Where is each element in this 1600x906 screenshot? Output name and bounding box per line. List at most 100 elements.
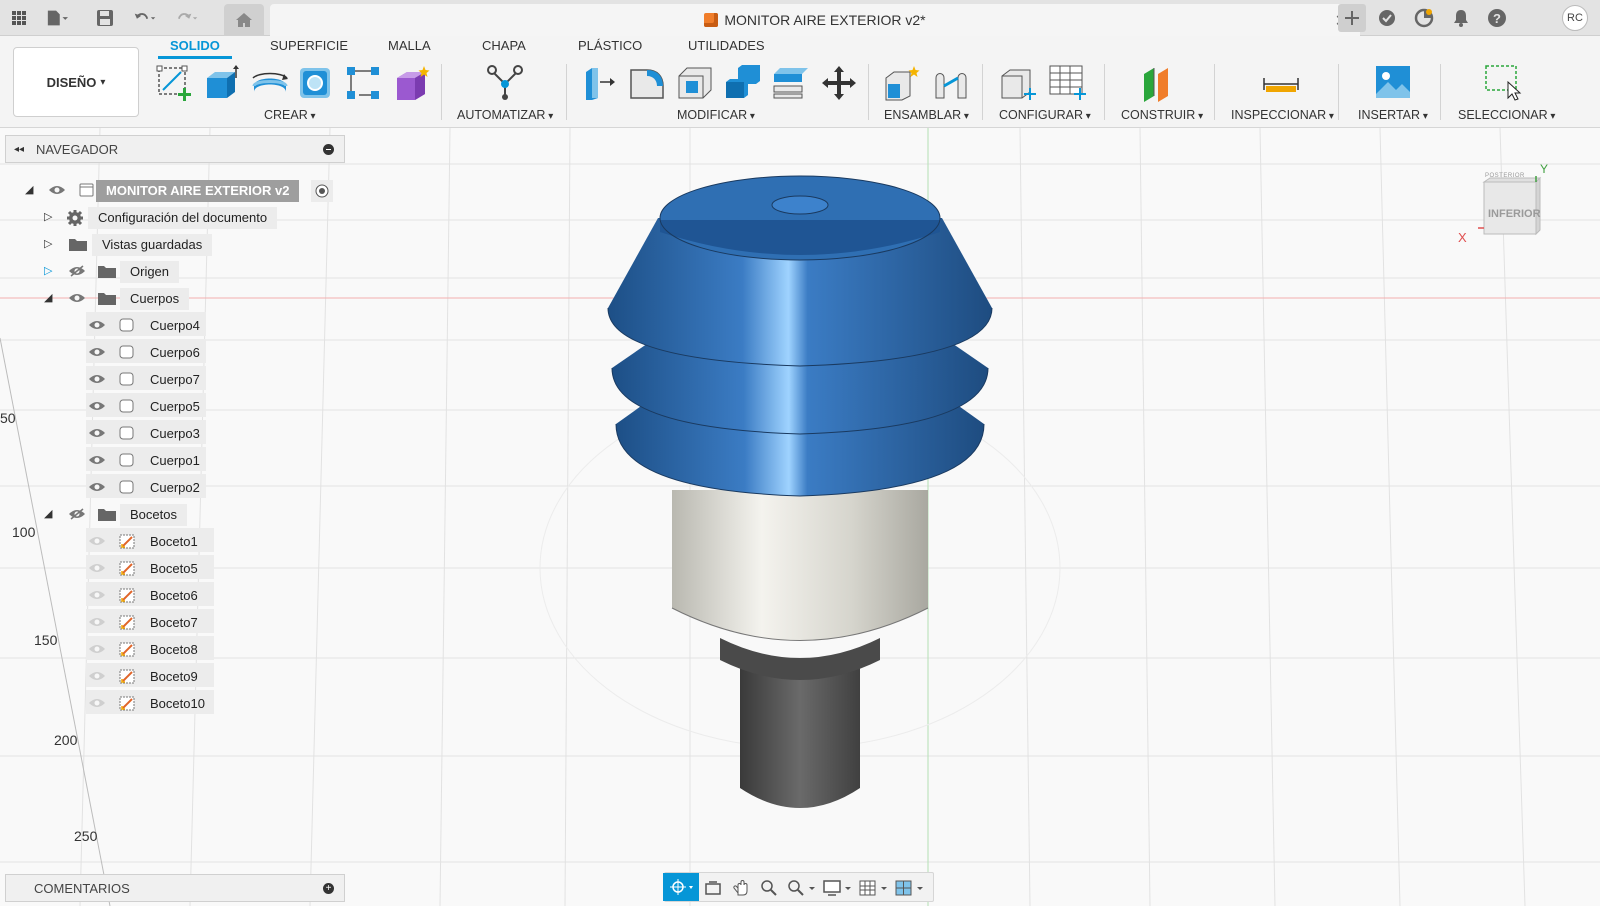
help-icon[interactable]: ? <box>1486 7 1508 29</box>
tree-node-body[interactable]: Cuerpo5 <box>140 396 210 418</box>
visibility-eye-icon[interactable] <box>88 697 106 712</box>
select-window-icon[interactable] <box>1484 64 1522 102</box>
group-configurar[interactable]: CONFIGURAR <box>999 108 1091 122</box>
visibility-eye-icon[interactable] <box>88 535 106 550</box>
shell-icon[interactable] <box>676 64 714 102</box>
tree-node-sketches[interactable]: Bocetos <box>120 504 187 526</box>
tree-node-body[interactable]: Cuerpo2 <box>140 477 210 499</box>
tree-node-sketch[interactable]: Boceto5 <box>140 558 208 580</box>
user-avatar[interactable]: RC <box>1562 5 1588 31</box>
visibility-eye-icon[interactable] <box>88 400 106 415</box>
joint-icon[interactable] <box>932 64 970 102</box>
home-tab[interactable] <box>224 4 264 36</box>
tree-root-node[interactable]: MONITOR AIRE EXTERIOR v2 <box>96 180 300 202</box>
group-modificar[interactable]: MODIFICAR <box>677 108 755 122</box>
model-pipe[interactable] <box>720 638 880 808</box>
tree-node-sketch[interactable]: Boceto8 <box>140 639 208 661</box>
visibility-eye-icon[interactable] <box>88 319 106 334</box>
document-tab[interactable]: MONITOR AIRE EXTERIOR v2* ✕ <box>270 4 1360 36</box>
visibility-eye-icon[interactable] <box>88 454 106 469</box>
tree-node-origin[interactable]: Origen <box>120 261 180 283</box>
tree-node-sketch[interactable]: Boceto9 <box>140 666 208 688</box>
orbit-icon[interactable] <box>663 873 699 901</box>
view-cube[interactable]: POSTERIOR INFERIOR X Y <box>1458 162 1558 250</box>
extrude-icon[interactable] <box>203 64 241 102</box>
tab-chapa[interactable]: CHAPA <box>482 38 526 53</box>
group-seleccionar[interactable]: SELECCIONAR <box>1458 108 1555 122</box>
group-construir[interactable]: CONSTRUIR <box>1121 108 1203 122</box>
expand-arrow-icon[interactable]: ▷ <box>44 210 52 223</box>
redo-icon[interactable] <box>176 7 198 29</box>
expand-arrow-icon[interactable]: ▷ <box>44 237 52 250</box>
look-at-icon[interactable] <box>701 877 725 899</box>
minimize-panel-icon[interactable] <box>323 144 334 155</box>
construct-plane-icon[interactable] <box>1140 64 1178 102</box>
tree-node-body[interactable]: Cuerpo1 <box>140 450 210 472</box>
model-louvers[interactable] <box>607 175 993 497</box>
model-housing[interactable] <box>671 490 929 641</box>
job-status-icon[interactable] <box>1413 7 1435 29</box>
zoom-icon[interactable] <box>757 877 781 899</box>
pattern-icon[interactable] <box>345 64 383 102</box>
file-menu-icon[interactable] <box>46 7 68 29</box>
tree-node-body[interactable]: Cuerpo4 <box>140 315 210 337</box>
create-sketch-icon[interactable] <box>155 64 193 102</box>
save-icon[interactable] <box>94 7 116 29</box>
visibility-hidden-icon[interactable] <box>68 508 86 523</box>
extensions-icon[interactable] <box>1376 7 1398 29</box>
tab-solido[interactable]: SOLIDO <box>158 38 232 59</box>
fillet-icon[interactable] <box>628 64 666 102</box>
pan-hand-icon[interactable] <box>729 877 753 899</box>
tree-node-saved-views[interactable]: Vistas guardadas <box>92 234 213 256</box>
visibility-eye-icon[interactable] <box>88 589 106 604</box>
visibility-eye-icon[interactable] <box>68 292 86 307</box>
3d-viewport[interactable]: 50 100 150 200 250 <box>0 128 1600 906</box>
apps-grid-icon[interactable] <box>8 7 30 29</box>
visibility-hidden-icon[interactable] <box>68 265 86 280</box>
tree-node-sketch[interactable]: Boceto6 <box>140 585 208 607</box>
combine-icon[interactable] <box>724 64 762 102</box>
visibility-eye-icon[interactable] <box>88 373 106 388</box>
zoom-window-icon[interactable] <box>785 877 819 899</box>
new-tab-icon[interactable] <box>1338 4 1366 32</box>
notifications-bell-icon[interactable] <box>1450 7 1472 29</box>
form-icon[interactable] <box>393 64 431 102</box>
automate-icon[interactable] <box>486 64 524 102</box>
move-copy-icon[interactable] <box>820 64 858 102</box>
group-inspeccionar[interactable]: INSPECCIONAR <box>1231 108 1334 122</box>
collapse-arrow-icon[interactable]: ◢ <box>25 183 33 196</box>
group-insertar[interactable]: INSERTAR <box>1358 108 1428 122</box>
tree-node-body[interactable]: Cuerpo6 <box>140 342 210 364</box>
tree-node-bodies[interactable]: Cuerpos <box>120 288 190 310</box>
workspace-switcher[interactable]: DISEÑO ▾ <box>13 47 139 117</box>
visibility-eye-icon[interactable] <box>88 481 106 496</box>
configure-icon[interactable] <box>1000 64 1038 102</box>
group-crear[interactable]: CREAR <box>264 108 316 122</box>
tab-malla[interactable]: MALLA <box>388 38 431 53</box>
group-automatizar[interactable]: AUTOMATIZAR <box>457 108 553 122</box>
press-pull-icon[interactable] <box>580 64 618 102</box>
revolve-icon[interactable] <box>251 64 289 102</box>
viewports-icon[interactable] <box>893 877 927 899</box>
expand-arrow-icon[interactable]: ▷ <box>44 264 52 277</box>
tab-plastico[interactable]: PLÁSTICO <box>578 38 642 53</box>
tree-node-sketch[interactable]: Boceto7 <box>140 612 208 634</box>
tree-node-body[interactable]: Cuerpo7 <box>140 369 210 391</box>
visibility-eye-icon[interactable] <box>88 427 106 442</box>
offset-face-icon[interactable] <box>772 64 810 102</box>
browser-header[interactable]: ◂◂ NAVEGADOR <box>5 135 345 163</box>
activate-component-radio[interactable] <box>311 180 333 202</box>
collapse-arrow-icon[interactable]: ◢ <box>44 507 52 520</box>
tree-node-sketch[interactable]: Boceto10 <box>140 693 215 715</box>
add-comment-icon[interactable]: + <box>323 883 334 894</box>
collapse-arrow-icon[interactable]: ◢ <box>44 291 52 304</box>
insert-image-icon[interactable] <box>1374 64 1412 102</box>
tab-superficie[interactable]: SUPERFICIE <box>270 38 348 53</box>
measure-icon[interactable] <box>1262 64 1300 102</box>
visibility-eye-icon[interactable] <box>88 643 106 658</box>
undo-icon[interactable] <box>134 7 156 29</box>
viewcube-top-label[interactable]: POSTERIOR <box>1485 173 1525 179</box>
tree-node-sketch[interactable]: Boceto1 <box>140 531 208 553</box>
grid-snap-icon[interactable] <box>857 877 891 899</box>
tab-utilidades[interactable]: UTILIDADES <box>688 38 765 53</box>
